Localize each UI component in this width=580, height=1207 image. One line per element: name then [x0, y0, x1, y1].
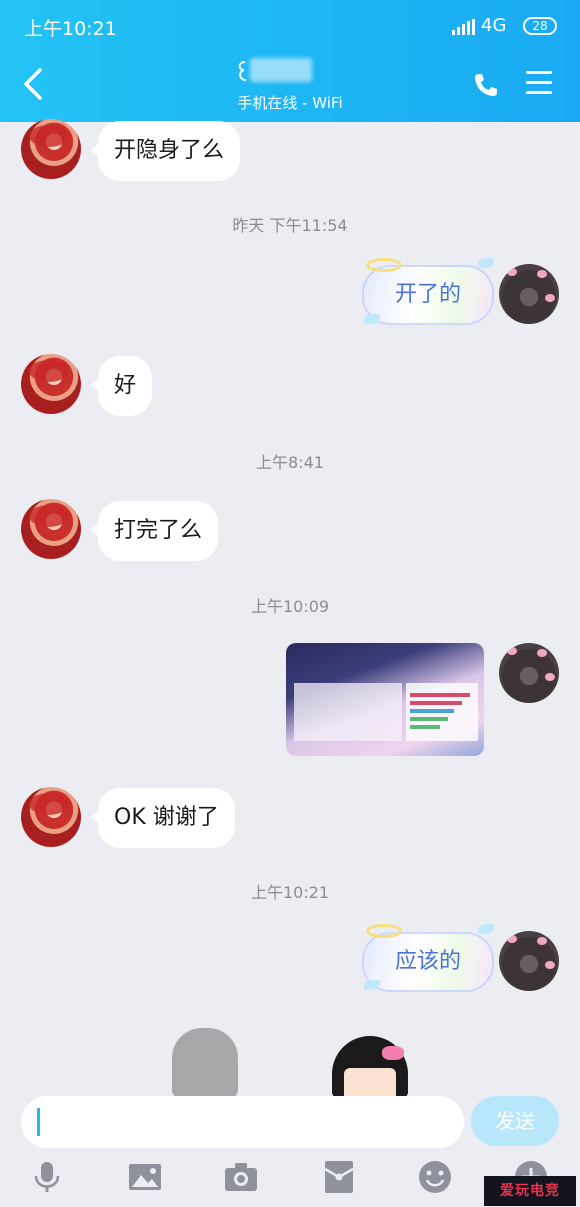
network-type: 4G — [481, 15, 507, 36]
halo-decoration — [366, 258, 402, 272]
status-bar: 上午10:21 4G 28 — [0, 0, 580, 56]
message-bubble-left[interactable]: 打完了么 — [89, 501, 219, 561]
girl-character-sticker[interactable] — [330, 1036, 410, 1098]
microphone-icon[interactable] — [30, 1160, 64, 1194]
send-button[interactable]: 发送 — [471, 1096, 559, 1146]
blurred-name — [250, 58, 312, 82]
battery-level: 28 — [532, 19, 548, 33]
timestamp: 昨天 下午11:54 — [232, 216, 348, 235]
wing-decoration — [478, 924, 494, 934]
timestamp: 上午10:21 — [250, 883, 330, 902]
contact-name-glyph — [238, 61, 247, 81]
wing-decoration — [478, 258, 494, 268]
message-bubble-right[interactable]: 开了的 — [362, 265, 494, 325]
image-icon[interactable] — [128, 1160, 162, 1194]
chat-header: 上午10:21 4G 28 手机在线 - WiFi — [0, 0, 580, 122]
message-bubble-left[interactable]: OK 谢谢了 — [90, 788, 235, 848]
halo-decoration — [366, 924, 402, 938]
timestamp: 上午10:09 — [250, 597, 330, 616]
my-avatar[interactable] — [499, 931, 559, 991]
message-bubble-left[interactable]: 好 — [89, 356, 153, 416]
contact-avatar[interactable] — [21, 787, 81, 847]
message-bubble-right[interactable]: 应该的 — [362, 932, 494, 992]
contact-avatar[interactable] — [21, 119, 81, 179]
camera-icon[interactable] — [224, 1160, 258, 1194]
red-packet-icon[interactable] — [322, 1160, 356, 1194]
message-text: 开了的 — [394, 282, 461, 307]
gray-character-sticker[interactable] — [172, 1028, 238, 1098]
message-bubble-left[interactable]: 开隐身了么 — [89, 121, 241, 181]
my-avatar[interactable] — [499, 264, 559, 324]
status-time: 上午10:21 — [24, 18, 117, 40]
contact-name — [236, 58, 326, 84]
message-input[interactable] — [21, 1096, 464, 1148]
menu-icon[interactable] — [526, 71, 552, 95]
battery-icon: 28 — [523, 17, 557, 35]
timestamp: 上午8:41 — [256, 453, 324, 472]
text-caret — [37, 1108, 40, 1136]
my-avatar[interactable] — [499, 643, 559, 703]
emoji-icon[interactable] — [418, 1160, 452, 1194]
signal-icon — [452, 19, 476, 35]
contact-avatar[interactable] — [21, 499, 81, 559]
contact-avatar[interactable] — [21, 354, 81, 414]
image-message[interactable] — [286, 643, 484, 756]
message-text: 应该的 — [394, 949, 461, 974]
phone-icon[interactable] — [472, 71, 500, 99]
site-watermark: 爱玩电竞 — [484, 1176, 576, 1206]
